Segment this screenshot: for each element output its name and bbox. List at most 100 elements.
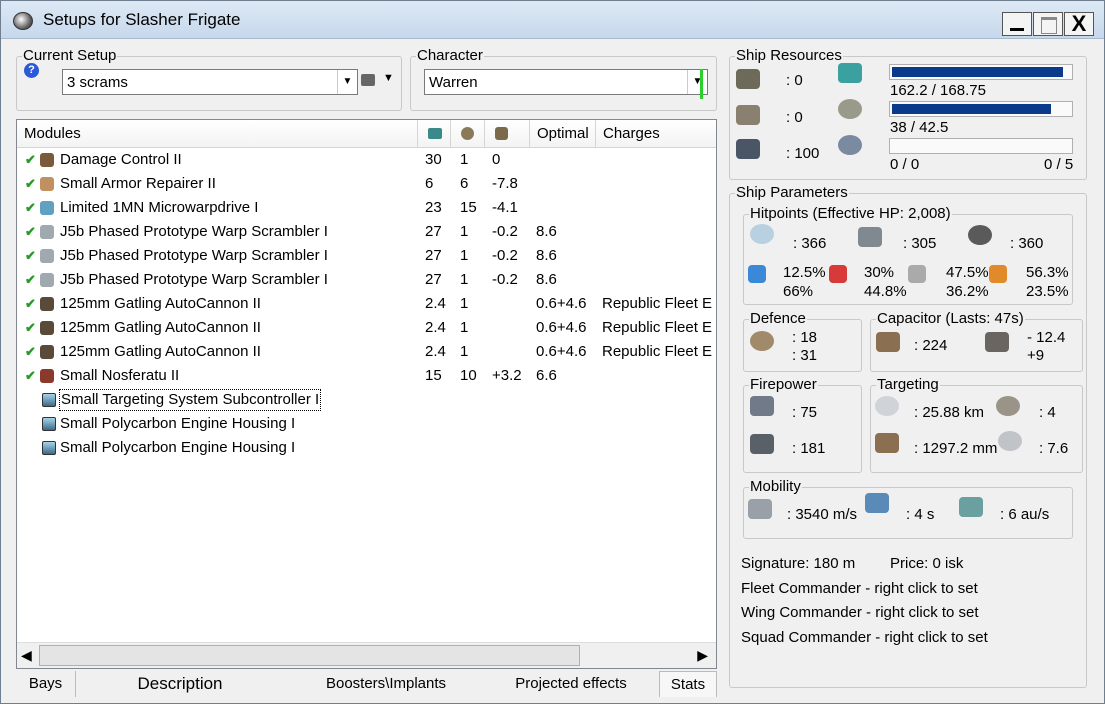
module-icon bbox=[42, 417, 56, 431]
module-row[interactable]: Small Targeting System Subcontroller I bbox=[17, 388, 716, 412]
module-row[interactable]: ✔ Small Nosferatu II 15 10 +3.2 6.6 bbox=[17, 364, 716, 388]
module-row[interactable]: ✔ Small Armor Repairer II 6 6 -7.8 bbox=[17, 172, 716, 196]
col-optimal[interactable]: Optimal bbox=[530, 120, 596, 148]
launcher-slots: : 0 bbox=[786, 109, 803, 126]
kinetic-resist-bottom: 36.2% bbox=[946, 283, 989, 300]
module-name: Small Targeting System Subcontroller I bbox=[59, 389, 322, 411]
powergrid-bar-fill bbox=[892, 104, 1052, 114]
title-bar[interactable]: Setups for Slasher Frigate X bbox=[1, 1, 1104, 39]
col-charges[interactable]: Charges bbox=[596, 120, 716, 148]
col-capacitor[interactable] bbox=[485, 120, 530, 148]
col-powergrid[interactable] bbox=[451, 120, 485, 148]
wing-commander[interactable]: Wing Commander - right click to set bbox=[741, 604, 979, 621]
module-row[interactable]: ✔ 125mm Gatling AutoCannon II 2.4 1 0.6+4.6 R… bbox=[17, 316, 716, 340]
targeting-sensor-strength: : 7.6 bbox=[1039, 440, 1069, 457]
module-icon bbox=[40, 273, 54, 287]
hitpoints-group: Hitpoints (Effective HP: 2,008) : 366 : … bbox=[743, 206, 1073, 305]
minimize-button[interactable] bbox=[1002, 12, 1032, 36]
module-cpu: 23 bbox=[425, 199, 442, 216]
cpu-text: 162.2 / 168.75 bbox=[890, 82, 986, 99]
setup-select[interactable]: 3 scrams ▼ bbox=[62, 69, 358, 95]
squad-commander[interactable]: Squad Commander - right click to set bbox=[741, 629, 988, 646]
module-row[interactable]: ✔ Damage Control II 30 1 0 bbox=[17, 148, 716, 172]
drone-bay-text: 0 / 5 bbox=[1044, 156, 1074, 173]
module-name: Small Polycarbon Engine Housing I bbox=[60, 415, 296, 432]
enabled-check-icon[interactable]: ✔ bbox=[25, 220, 36, 244]
module-row[interactable]: Small Polycarbon Engine Housing I bbox=[17, 436, 716, 460]
defence-label: Defence bbox=[749, 310, 807, 327]
module-name: Damage Control II bbox=[60, 151, 182, 168]
drone-icon bbox=[838, 135, 862, 155]
enabled-check-icon[interactable]: ✔ bbox=[25, 148, 36, 172]
scroll-left-icon[interactable]: ◀ bbox=[21, 647, 32, 664]
explosive-resist-icon bbox=[989, 265, 1007, 283]
enabled-check-icon[interactable]: ✔ bbox=[25, 268, 36, 292]
module-row[interactable]: ✔ Limited 1MN Microwarpdrive I 23 15 -4.1 bbox=[17, 196, 716, 220]
module-cpu: 15 bbox=[425, 367, 442, 384]
character-select[interactable]: Warren ▼ bbox=[424, 69, 708, 95]
maximize-button[interactable] bbox=[1033, 12, 1063, 36]
close-button[interactable]: X bbox=[1064, 12, 1094, 36]
enabled-check-icon[interactable]: ✔ bbox=[25, 340, 36, 364]
module-name: 125mm Gatling AutoCannon II bbox=[60, 295, 261, 312]
capacitor-delta-bottom: +9 bbox=[1027, 347, 1045, 364]
tab-description[interactable]: Description bbox=[80, 671, 280, 697]
current-setup-group: Current Setup ? 3 scrams ▼ ▼ bbox=[16, 48, 402, 111]
module-icon bbox=[40, 225, 54, 239]
enabled-check-icon[interactable]: ✔ bbox=[25, 196, 36, 220]
defence-group: Defence : 18 : 31 bbox=[743, 311, 862, 372]
tab-stats[interactable]: Stats bbox=[659, 671, 717, 697]
module-name: Small Polycarbon Engine Housing I bbox=[60, 439, 296, 456]
enabled-check-icon[interactable]: ✔ bbox=[25, 292, 36, 316]
cpu-bar-fill bbox=[892, 67, 1064, 77]
chevron-down-icon[interactable]: ▼ bbox=[337, 70, 357, 94]
targeting-scan-resolution: : 1297.2 mm bbox=[914, 440, 998, 457]
sensor-strength-icon bbox=[998, 431, 1022, 451]
drone-bar bbox=[889, 138, 1073, 154]
module-row[interactable]: ✔ J5b Phased Prototype Warp Scrambler I 27… bbox=[17, 244, 716, 268]
structure-hp: : 360 bbox=[1010, 235, 1044, 252]
ship-parameters-group: Ship Parameters Hitpoints (Effective HP:… bbox=[729, 185, 1087, 688]
hitpoints-label: Hitpoints (Effective HP: 2,008) bbox=[749, 205, 952, 222]
col-modules[interactable]: Modules bbox=[17, 120, 418, 148]
setups-window: Setups for Slasher Frigate X Current Set… bbox=[0, 0, 1105, 704]
explosive-resist-bottom: 23.5% bbox=[1026, 283, 1069, 300]
setup-menu-chevron-icon[interactable]: ▼ bbox=[383, 72, 394, 84]
module-name: Small Armor Repairer II bbox=[60, 175, 216, 192]
module-row[interactable]: ✔ J5b Phased Prototype Warp Scrambler I 27… bbox=[17, 268, 716, 292]
modules-list[interactable]: Modules Optimal Charges ✔ Damage Control … bbox=[16, 119, 717, 669]
enabled-check-icon[interactable]: ✔ bbox=[25, 244, 36, 268]
enabled-check-icon[interactable]: ✔ bbox=[25, 316, 36, 340]
module-icon bbox=[40, 345, 54, 359]
tab-projected-effects[interactable]: Projected effects bbox=[486, 671, 656, 697]
kinetic-resist-icon bbox=[908, 265, 926, 283]
module-cpu: 2.4 bbox=[425, 343, 446, 360]
module-row[interactable]: ✔ J5b Phased Prototype Warp Scrambler I 27… bbox=[17, 220, 716, 244]
module-powergrid: 10 bbox=[460, 367, 477, 384]
chevron-down-icon[interactable]: ▼ bbox=[687, 70, 707, 94]
module-row[interactable]: ✔ 125mm Gatling AutoCannon II 2.4 1 0.6+4.6 R… bbox=[17, 292, 716, 316]
module-capacitor: +3.2 bbox=[492, 367, 522, 384]
enabled-check-icon[interactable]: ✔ bbox=[25, 172, 36, 196]
module-row[interactable]: ✔ 125mm Gatling AutoCannon II 2.4 1 0.6+4.6 R… bbox=[17, 340, 716, 364]
col-cpu[interactable] bbox=[418, 120, 451, 148]
module-name: J5b Phased Prototype Warp Scrambler I bbox=[60, 247, 328, 264]
module-powergrid: 1 bbox=[460, 271, 469, 288]
tab-boosters-implants[interactable]: Boosters\Implants bbox=[286, 671, 486, 697]
powergrid-icon bbox=[461, 127, 474, 140]
module-capacitor: -7.8 bbox=[492, 175, 518, 192]
module-name: Small Nosferatu II bbox=[60, 367, 180, 384]
tab-bays[interactable]: Bays bbox=[16, 671, 76, 697]
module-optimal: 8.6 bbox=[536, 223, 557, 240]
help-icon[interactable]: ? bbox=[24, 63, 39, 78]
module-cpu: 27 bbox=[425, 223, 442, 240]
scroll-right-icon[interactable]: ▶ bbox=[697, 647, 708, 664]
setup-actions-icon[interactable] bbox=[361, 74, 375, 86]
enabled-check-icon[interactable]: ✔ bbox=[25, 364, 36, 388]
module-row[interactable]: Small Polycarbon Engine Housing I bbox=[17, 412, 716, 436]
app-icon bbox=[13, 12, 33, 30]
horizontal-scrollbar[interactable]: ◀ ▶ bbox=[17, 642, 716, 668]
fleet-commander[interactable]: Fleet Commander - right click to set bbox=[741, 580, 978, 597]
scrollbar-thumb[interactable] bbox=[39, 645, 580, 666]
speed-icon bbox=[748, 499, 772, 519]
